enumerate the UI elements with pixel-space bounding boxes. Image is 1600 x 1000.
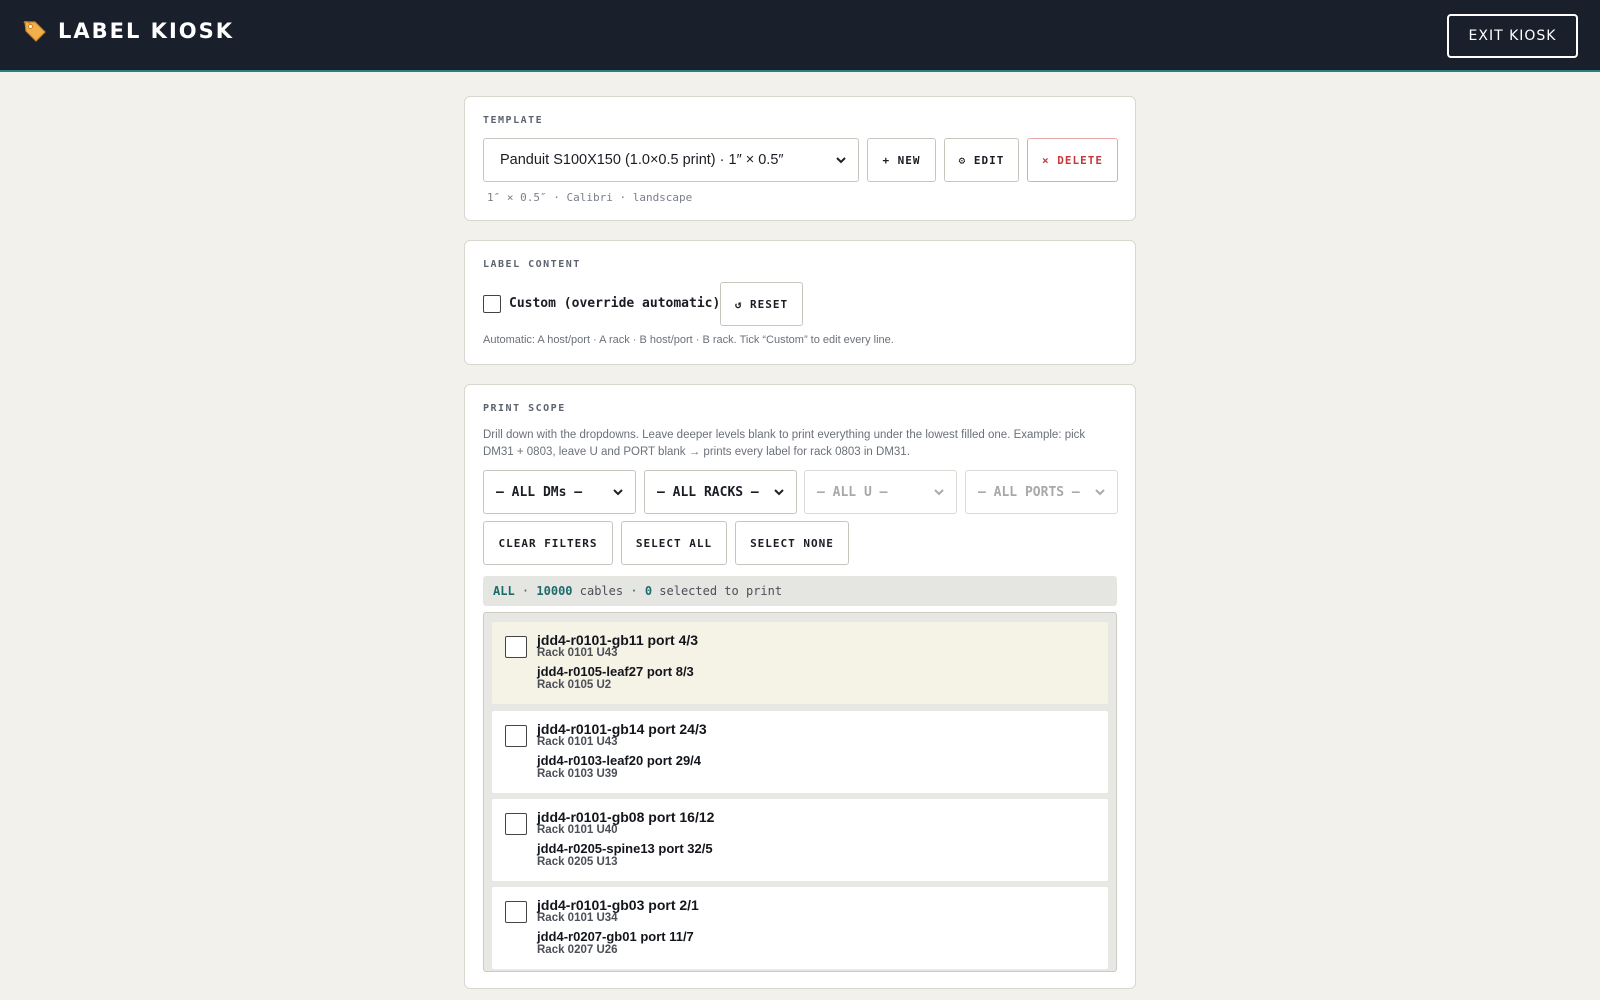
cable-list[interactable]: jdd4-r0101-gb11 port 4/3 Rack 0101 U43 j… bbox=[483, 612, 1117, 972]
selected-count-suffix: selected to print bbox=[659, 584, 783, 598]
template-card: TEMPLATE Panduit S100X150 (1.0×0.5 print… bbox=[464, 96, 1136, 221]
rack-filter-select[interactable]: — ALL RACKS — bbox=[644, 470, 797, 514]
select-none-button[interactable]: SELECT NONE bbox=[735, 521, 849, 565]
chevron-down-icon bbox=[934, 489, 944, 496]
template-select-value: Panduit S100X150 (1.0×0.5 print) · 1″ × … bbox=[500, 152, 784, 168]
tag-icon bbox=[23, 21, 46, 42]
chevron-down-icon bbox=[836, 157, 846, 164]
b-end-host-port: jdd4-r0205-spine13 port 32/5 bbox=[537, 841, 713, 856]
a-end-rack: Rack 0101 U43 bbox=[537, 736, 618, 748]
header-bar: LABEL KIOSK EXIT KIOSK bbox=[0, 0, 1600, 72]
exit-kiosk-button[interactable]: EXIT KIOSK bbox=[1447, 14, 1578, 58]
chevron-down-icon bbox=[613, 489, 623, 496]
u-filter-value: — ALL U — bbox=[817, 484, 888, 500]
cable-list-item[interactable]: jdd4-r0101-gb11 port 4/3 Rack 0101 U43 j… bbox=[492, 622, 1108, 704]
rack-filter-value: — ALL RACKS — bbox=[657, 484, 759, 500]
reset-button[interactable]: ↺ RESET bbox=[720, 282, 803, 326]
delete-template-button[interactable]: × DELETE bbox=[1027, 138, 1118, 182]
app-title: LABEL KIOSK bbox=[58, 19, 235, 43]
template-section-title: TEMPLATE bbox=[483, 115, 544, 126]
new-template-button[interactable]: + NEW bbox=[867, 138, 936, 182]
a-end-rack: Rack 0101 U34 bbox=[537, 912, 618, 924]
clear-filters-button[interactable]: CLEAR FILTERS bbox=[483, 521, 613, 565]
dm-filter-select[interactable]: — ALL DMs — bbox=[483, 470, 636, 514]
cable-list-item[interactable]: jdd4-r0101-gb03 port 2/1 Rack 0101 U34 j… bbox=[492, 887, 1108, 969]
a-end-host-port: jdd4-r0101-gb03 port 2/1 bbox=[537, 897, 699, 913]
custom-override-checkbox[interactable] bbox=[483, 295, 501, 313]
label-content-section-title: LABEL CONTENT bbox=[483, 259, 581, 270]
template-select[interactable]: Panduit S100X150 (1.0×0.5 print) · 1″ × … bbox=[483, 138, 859, 182]
status-separator: · bbox=[630, 584, 638, 598]
custom-override-label[interactable]: Custom (override automatic) bbox=[509, 296, 720, 311]
cable-select-checkbox[interactable] bbox=[505, 725, 527, 747]
b-end-host-port: jdd4-r0105-leaf27 port 8/3 bbox=[537, 664, 694, 679]
a-end-host-port: jdd4-r0101-gb08 port 16/12 bbox=[537, 809, 715, 825]
dm-filter-value: — ALL DMs — bbox=[496, 484, 583, 500]
b-end-rack: Rack 0207 U26 bbox=[537, 944, 618, 956]
status-separator: · bbox=[521, 584, 530, 598]
b-end-host-port: jdd4-r0207-gb01 port 11/7 bbox=[537, 929, 694, 944]
b-end-rack: Rack 0105 U2 bbox=[537, 679, 612, 691]
port-filter-value: — ALL PORTS — bbox=[978, 484, 1080, 500]
chevron-down-icon bbox=[1095, 489, 1105, 496]
scope-label: ALL bbox=[493, 584, 515, 598]
print-scope-description: Drill down with the dropdowns. Leave dee… bbox=[483, 429, 1086, 458]
b-end-rack: Rack 0205 U13 bbox=[537, 856, 618, 868]
a-end-host-port: jdd4-r0101-gb11 port 4/3 bbox=[537, 632, 699, 648]
selection-status-bar: ALL · 10000 cables · 0 selected to print bbox=[483, 576, 1117, 606]
label-content-hint: Automatic: A host/port · A rack · B host… bbox=[483, 334, 894, 346]
b-end-rack: Rack 0103 U39 bbox=[537, 768, 618, 780]
cable-select-checkbox[interactable] bbox=[505, 636, 527, 658]
cable-count-suffix: cables bbox=[579, 584, 624, 598]
b-end-host-port: jdd4-r0103-leaf20 port 29/4 bbox=[537, 753, 702, 768]
brand: LABEL KIOSK bbox=[22, 18, 234, 44]
cable-select-checkbox[interactable] bbox=[505, 901, 527, 923]
label-content-card: LABEL CONTENT Custom (override automatic… bbox=[464, 240, 1136, 365]
port-filter-select[interactable]: — ALL PORTS — bbox=[965, 470, 1118, 514]
cable-list-item[interactable]: jdd4-r0101-gb14 port 24/3 Rack 0101 U43 … bbox=[492, 711, 1108, 793]
a-end-rack: Rack 0101 U40 bbox=[537, 824, 618, 836]
chevron-down-icon bbox=[774, 489, 784, 496]
a-end-rack: Rack 0101 U43 bbox=[537, 647, 618, 659]
cable-count: 10000 bbox=[536, 584, 573, 598]
print-scope-section-title: PRINT SCOPE bbox=[483, 403, 566, 414]
cable-select-checkbox[interactable] bbox=[505, 813, 527, 835]
select-all-button[interactable]: SELECT ALL bbox=[621, 521, 727, 565]
cable-list-item[interactable]: jdd4-r0101-gb08 port 16/12 Rack 0101 U40… bbox=[492, 799, 1108, 881]
u-filter-select[interactable]: — ALL U — bbox=[804, 470, 957, 514]
edit-template-button[interactable]: ⚙ EDIT bbox=[944, 138, 1019, 182]
a-end-host-port: jdd4-r0101-gb14 port 24/3 bbox=[537, 721, 707, 737]
selected-count: 0 bbox=[644, 584, 653, 598]
template-meta: 1″ × 0.5″ · Calibri · landscape bbox=[487, 191, 693, 204]
